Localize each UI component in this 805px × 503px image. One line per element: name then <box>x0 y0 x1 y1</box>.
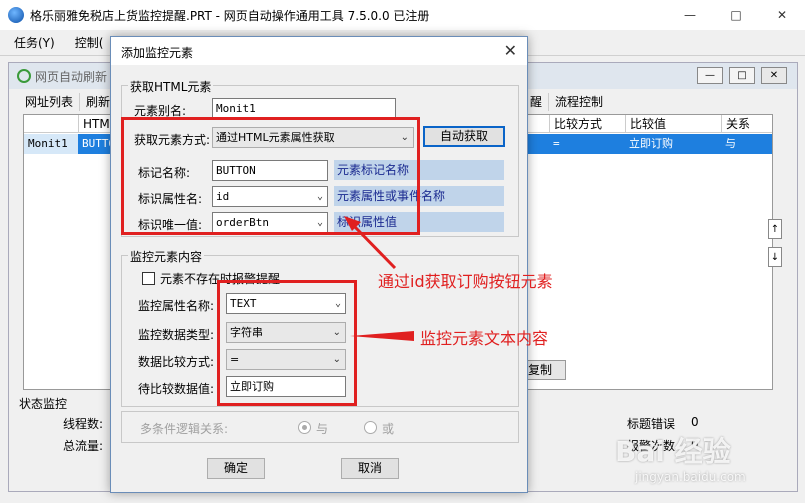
logic-and-label: 与 <box>316 422 329 436</box>
traffic-label: 总流量: <box>63 439 104 453</box>
logic-and-radio[interactable] <box>298 421 311 434</box>
refresh-icon <box>17 69 31 83</box>
grid-header-compare: 比较方式 <box>549 115 625 133</box>
inner-tabs: 网址列表 刷新 <box>19 93 118 113</box>
add-monitor-dialog: 添加监控元素 ✕ 获取HTML元素 元素别名: Monit1 获取元素方式: 通… <box>110 36 528 493</box>
logic-relation-label: 多条件逻辑关系: <box>140 422 229 436</box>
auto-get-button[interactable]: 自动获取 <box>423 126 505 147</box>
tab-flow-control[interactable]: 流程控制 <box>549 93 609 111</box>
maximize-icon[interactable]: □ <box>713 0 759 30</box>
inner-tabs-right: 醒 流程控制 <box>524 93 609 111</box>
dialog-title: 添加监控元素 <box>121 46 194 60</box>
annotation-text-top: 通过id获取订购按钮元素 <box>378 272 553 291</box>
data-type-label: 监控数据类型: <box>138 328 215 342</box>
move-up-button[interactable]: ↑ <box>768 219 782 239</box>
target-value-label: 待比较数据值: <box>138 382 215 396</box>
inner-close-icon[interactable]: ✕ <box>761 67 787 84</box>
tab-url-list[interactable]: 网址列表 <box>19 93 81 111</box>
row-relation: 与 <box>725 137 736 150</box>
alias-input[interactable]: Monit1 <box>212 98 396 119</box>
menu-task[interactable]: 任务(Y) <box>14 34 55 51</box>
status-title: 状态监控 <box>19 397 68 411</box>
dialog-close-icon[interactable]: ✕ <box>504 41 517 60</box>
compare-method-label: 数据比较方式: <box>138 355 215 369</box>
inner-minimize-icon[interactable]: — <box>697 67 723 84</box>
logic-or-label: 或 <box>382 422 395 436</box>
prop-name-label: 监控属性名称: <box>138 299 215 313</box>
close-icon[interactable]: ✕ <box>759 0 805 30</box>
cancel-button[interactable]: 取消 <box>341 458 399 479</box>
menu-control[interactable]: 控制( <box>75 34 104 51</box>
grid-header-relation: 关系 <box>721 115 773 133</box>
missing-alert-checkbox[interactable] <box>142 272 155 285</box>
watermark-brand: Bai 经验 <box>615 435 731 468</box>
monitor-group-title: 监控元素内容 <box>128 248 205 265</box>
row-value: 立即订购 <box>629 137 673 150</box>
annotation-text-bottom: 监控元素文本内容 <box>420 329 549 348</box>
inner-window-title: 网页自动刷新 <box>35 69 108 84</box>
minimize-icon[interactable]: — <box>667 0 713 30</box>
ok-button[interactable]: 确定 <box>207 458 265 479</box>
inner-maximize-icon[interactable]: □ <box>729 67 755 84</box>
move-down-button[interactable]: ↓ <box>768 247 782 267</box>
annotation-box-content <box>217 280 357 406</box>
app-globe-icon <box>8 7 24 23</box>
logic-or-radio[interactable] <box>364 421 377 434</box>
main-titlebar: 格乐丽雅免税店上货监控提醒.PRT - 网页自动操作通用工具 7.5.0.0 已… <box>0 0 805 30</box>
baidu-watermark: Bai 经验 jingyan.baidu.com <box>615 430 795 500</box>
annotation-box-element <box>121 117 420 235</box>
thread-count-label: 线程数: <box>63 417 104 431</box>
row-compare: = <box>553 137 560 150</box>
watermark-url: jingyan.baidu.com <box>635 470 746 484</box>
grid-header-value: 比较值 <box>625 115 721 133</box>
row-alias: Monit1 <box>24 134 78 154</box>
title-error-value: 0 <box>691 415 699 429</box>
dialog-titlebar: 添加监控元素 ✕ <box>111 37 527 65</box>
main-window-title: 格乐丽雅免税店上货监控提醒.PRT - 网页自动操作通用工具 7.5.0.0 已… <box>30 8 430 23</box>
html-group-title: 获取HTML元素 <box>128 78 214 95</box>
logic-relation-group: 多条件逻辑关系: 与 或 <box>121 411 519 443</box>
